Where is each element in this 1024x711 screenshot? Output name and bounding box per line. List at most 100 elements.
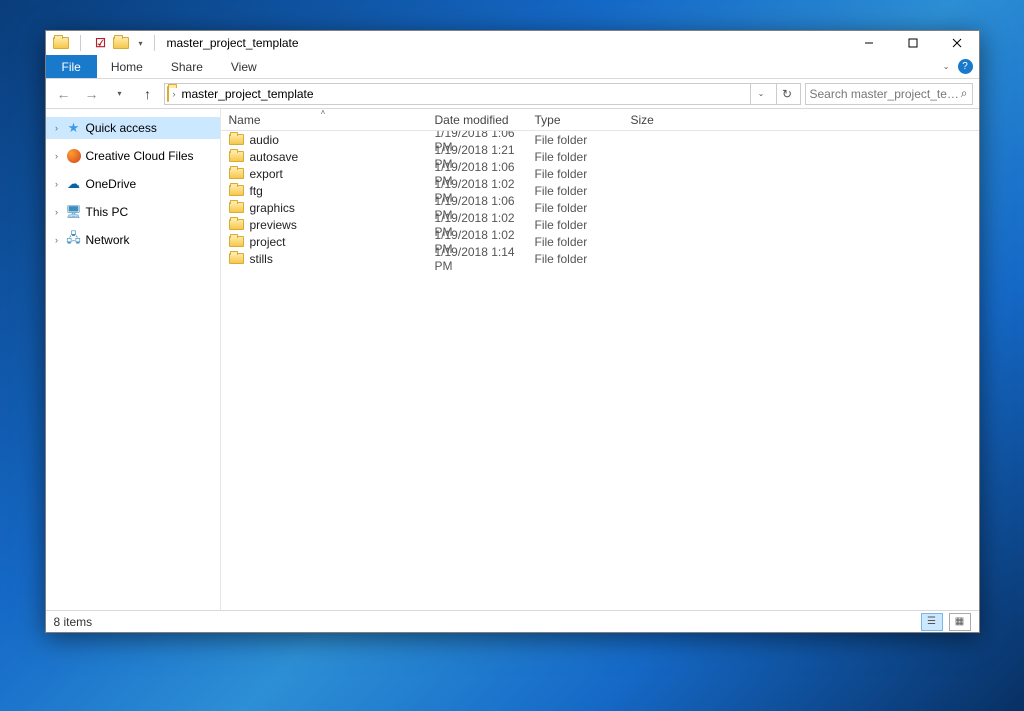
chevron-right-icon[interactable]: › — [52, 207, 62, 217]
column-size-label: Size — [631, 113, 654, 127]
qat-divider — [154, 35, 155, 51]
column-size[interactable]: Size — [623, 109, 703, 130]
title-bar: ☑ ▾ master_project_template — [46, 31, 979, 55]
search-icon: ⌕ — [961, 86, 968, 101]
this-pc-icon: 🖥 — [66, 204, 82, 220]
nav-label: This PC — [86, 205, 129, 219]
close-icon — [952, 38, 962, 48]
file-row[interactable]: autosave1/19/2018 1:21 PMFile folder — [221, 148, 979, 165]
tab-file[interactable]: File — [46, 55, 97, 78]
close-button[interactable] — [935, 31, 979, 55]
file-type-cell: File folder — [527, 150, 623, 164]
details-view-button[interactable]: ☰ — [921, 613, 943, 631]
forward-button[interactable]: → — [80, 82, 104, 106]
file-row[interactable]: graphics1/19/2018 1:06 PMFile folder — [221, 199, 979, 216]
nav-creative-cloud[interactable]: › Creative Cloud Files — [46, 145, 220, 167]
file-name: project — [250, 235, 286, 249]
chevron-right-icon[interactable]: › — [52, 151, 62, 161]
quick-access-icon: ★ — [66, 120, 82, 136]
file-type-cell: File folder — [527, 184, 623, 198]
column-name[interactable]: Name ˄ — [221, 109, 427, 130]
navigation-pane: › ★ Quick access › Creative Cloud Files … — [46, 109, 221, 610]
chevron-right-icon[interactable]: › — [52, 235, 62, 245]
file-name: previews — [250, 218, 297, 232]
quick-access-toolbar: ☑ ▾ — [52, 34, 150, 52]
onedrive-icon: ☁ — [66, 176, 82, 192]
file-name: graphics — [250, 201, 295, 215]
creative-cloud-icon — [66, 148, 82, 164]
file-type-cell: File folder — [527, 252, 623, 266]
search-input[interactable]: Search master_project_templa... ⌕ — [805, 83, 973, 105]
address-dropdown-button[interactable]: ⌄ — [750, 84, 772, 104]
nav-quick-access[interactable]: › ★ Quick access — [46, 117, 220, 139]
back-button[interactable]: ← — [52, 82, 76, 106]
explorer-window: ☑ ▾ master_project_template File Home Sh… — [45, 30, 980, 633]
qat-dropdown-icon[interactable]: ▾ — [132, 34, 150, 52]
file-rows: audio1/19/2018 1:06 PMFile folderautosav… — [221, 131, 979, 610]
address-folder-icon — [167, 87, 169, 101]
nav-label: OneDrive — [86, 177, 137, 191]
navigation-bar: ← → ▾ ↑ › master_project_template ⌄ ↻ Se… — [46, 79, 979, 109]
file-row[interactable]: ftg1/19/2018 1:02 PMFile folder — [221, 182, 979, 199]
folder-icon — [229, 236, 244, 247]
file-type-cell: File folder — [527, 133, 623, 147]
file-name-cell: project — [221, 235, 427, 249]
address-chevron-icon[interactable]: › — [173, 89, 176, 99]
nav-label: Quick access — [86, 121, 157, 135]
recent-locations-button[interactable]: ▾ — [108, 82, 132, 106]
address-bar[interactable]: › master_project_template ⌄ ↻ — [164, 83, 801, 105]
up-button[interactable]: ↑ — [136, 82, 160, 106]
app-folder-icon — [52, 34, 70, 52]
maximize-button[interactable] — [891, 31, 935, 55]
help-icon[interactable]: ? — [958, 59, 973, 74]
nav-onedrive[interactable]: › ☁ OneDrive — [46, 173, 220, 195]
column-date-label: Date modified — [435, 113, 509, 127]
column-headers: Name ˄ Date modified Type Size — [221, 109, 979, 131]
new-folder-icon[interactable] — [112, 34, 130, 52]
window-title: master_project_template — [167, 36, 299, 50]
column-date[interactable]: Date modified — [427, 109, 527, 130]
file-name: autosave — [250, 150, 299, 164]
refresh-button[interactable]: ↻ — [776, 84, 798, 104]
file-row[interactable]: audio1/19/2018 1:06 PMFile folder — [221, 131, 979, 148]
address-crumb[interactable]: master_project_template — [180, 87, 316, 101]
file-name-cell: autosave — [221, 150, 427, 164]
minimize-button[interactable] — [847, 31, 891, 55]
column-type[interactable]: Type — [527, 109, 623, 130]
tab-share[interactable]: Share — [157, 55, 217, 78]
file-row[interactable]: export1/19/2018 1:06 PMFile folder — [221, 165, 979, 182]
file-name: export — [250, 167, 283, 181]
chevron-right-icon[interactable]: › — [52, 179, 62, 189]
properties-icon[interactable]: ☑ — [92, 34, 110, 52]
folder-icon — [229, 134, 244, 145]
folder-icon — [229, 185, 244, 196]
large-icons-view-button[interactable]: ▦ — [949, 613, 971, 631]
file-row[interactable]: stills1/19/2018 1:14 PMFile folder — [221, 250, 979, 267]
status-bar: 8 items ☰ ▦ — [46, 610, 979, 632]
ribbon-expand-icon[interactable]: ⌄ — [943, 62, 950, 71]
folder-icon — [229, 151, 244, 162]
column-type-label: Type — [535, 113, 561, 127]
file-type-cell: File folder — [527, 167, 623, 181]
sort-asc-icon: ˄ — [321, 109, 326, 117]
nav-this-pc[interactable]: › 🖥 This PC — [46, 201, 220, 223]
file-row[interactable]: previews1/19/2018 1:02 PMFile folder — [221, 216, 979, 233]
network-icon: 🖧 — [66, 232, 82, 248]
ribbon-tabs: File Home Share View ⌄ ? — [46, 55, 979, 79]
folder-icon — [229, 219, 244, 230]
file-name: ftg — [250, 184, 263, 198]
file-date-cell: 1/19/2018 1:14 PM — [427, 245, 527, 273]
file-type-cell: File folder — [527, 201, 623, 215]
body: › ★ Quick access › Creative Cloud Files … — [46, 109, 979, 610]
column-name-label: Name — [229, 113, 261, 127]
chevron-right-icon[interactable]: › — [52, 123, 62, 133]
folder-icon — [229, 168, 244, 179]
file-type-cell: File folder — [527, 235, 623, 249]
file-name: audio — [250, 133, 279, 147]
folder-icon — [229, 253, 244, 264]
nav-network[interactable]: › 🖧 Network — [46, 229, 220, 251]
file-name-cell: graphics — [221, 201, 427, 215]
tab-view[interactable]: View — [217, 55, 271, 78]
tab-home[interactable]: Home — [97, 55, 157, 78]
file-row[interactable]: project1/19/2018 1:02 PMFile folder — [221, 233, 979, 250]
